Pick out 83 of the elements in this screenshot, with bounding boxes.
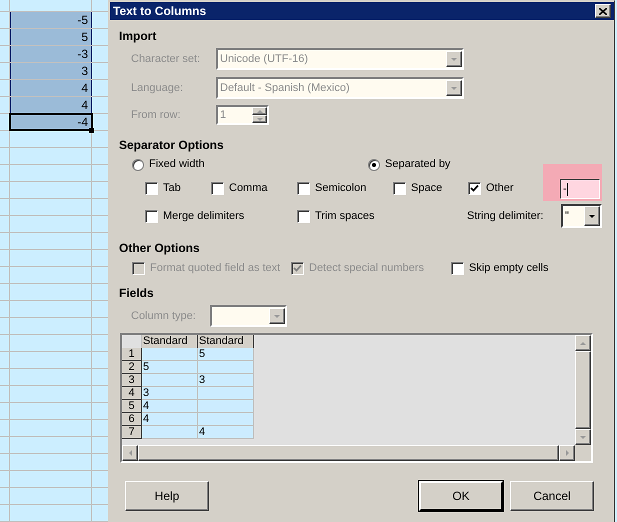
checkbox[interactable] <box>145 182 158 194</box>
spreadsheet-cell[interactable]: -4 <box>10 114 92 130</box>
arrow-down-icon <box>451 58 457 60</box>
column-header[interactable]: Standard <box>142 335 198 348</box>
separator-input[interactable]: - <box>560 179 600 199</box>
table-cell <box>198 400 254 413</box>
arrow-left-icon <box>128 450 132 456</box>
dialog-button[interactable]: Cancel <box>510 481 594 511</box>
radio-button[interactable] <box>132 158 144 170</box>
horizontal-scrollbar[interactable] <box>122 445 575 461</box>
checkbox-label: Trim spaces <box>315 208 374 224</box>
vertical-scrollbar[interactable] <box>575 335 591 445</box>
table-cell <box>142 374 198 387</box>
section-heading: Separator Options <box>119 138 225 153</box>
radio-label: Separated by <box>385 157 450 172</box>
checkbox-label: Other <box>486 180 514 196</box>
field-label: Character set: <box>131 52 202 67</box>
table-cell: 3 <box>142 387 198 400</box>
spreadsheet-cell[interactable]: 3 <box>10 63 92 79</box>
radio-button[interactable] <box>368 158 380 170</box>
checkbox[interactable] <box>297 182 310 194</box>
field-label: Column type: <box>131 308 197 324</box>
arrow-down-icon <box>451 86 457 90</box>
section-heading: Fields <box>119 286 155 301</box>
spreadsheet-cell[interactable]: 5 <box>10 29 92 45</box>
table-cell <box>198 387 254 400</box>
row-header: 5 <box>122 400 142 413</box>
checkbox[interactable] <box>451 262 464 274</box>
checkbox-label: Comma <box>229 180 268 196</box>
table-cell: 3 <box>198 374 254 387</box>
row-header: 1 <box>122 348 142 361</box>
arrow-up-icon <box>580 342 586 344</box>
close-button[interactable] <box>595 4 611 18</box>
section-heading: Other Options <box>119 241 201 256</box>
table-cell: 4 <box>142 413 198 426</box>
arrow-down-icon <box>256 118 262 120</box>
spreadsheet-cell[interactable]: -5 <box>10 12 92 28</box>
checkbox[interactable] <box>468 182 481 194</box>
checkbox-label: Merge delimiters <box>163 208 244 224</box>
table-cell: 5 <box>198 348 254 361</box>
arrow-down-icon <box>580 436 586 438</box>
row-header: 4 <box>122 387 142 400</box>
spreadsheet-cell[interactable]: -3 <box>10 46 92 62</box>
table-cell <box>142 348 198 361</box>
checkbox[interactable] <box>393 182 406 194</box>
field-label: String delimiter: <box>467 208 544 224</box>
row-header: 3 <box>122 374 142 387</box>
checkbox[interactable] <box>297 210 310 222</box>
checkbox-label: Detect special numbers <box>309 260 424 276</box>
column-header[interactable]: Standard <box>198 335 254 348</box>
section-heading: Import <box>119 29 158 44</box>
arrow-up-icon <box>256 110 262 112</box>
checkbox[interactable] <box>211 182 224 194</box>
checkbox-label: Format quoted field as text <box>150 260 280 276</box>
radio-label: Fixed width <box>149 157 205 172</box>
scrollbar-corner <box>575 445 591 461</box>
checkbox-label: Space <box>411 180 442 196</box>
close-icon <box>599 8 607 14</box>
arrow-down-icon <box>589 214 595 218</box>
checkbox-label: Tab <box>163 180 181 196</box>
table-cell <box>142 426 198 439</box>
spreadsheet-cell[interactable]: 4 <box>10 97 92 113</box>
arrow-right-icon <box>566 450 568 456</box>
checkbox[interactable] <box>145 210 158 222</box>
string-delimiter-dropdown[interactable]: " <box>561 204 602 228</box>
row-header: 2 <box>122 361 142 374</box>
table-cell <box>198 413 254 426</box>
table-cell: 4 <box>142 400 198 413</box>
checkbox-label: Skip empty cells <box>469 260 548 276</box>
dialog-button[interactable]: OK <box>419 481 503 511</box>
dialog-button[interactable]: Help <box>125 481 209 511</box>
row-header: 7 <box>122 426 142 439</box>
fill-handle[interactable] <box>89 128 94 133</box>
arrow-down-icon <box>274 314 280 318</box>
table-cell: 5 <box>142 361 198 374</box>
table-cell: 4 <box>198 426 254 439</box>
spreadsheet-cell[interactable]: 4 <box>10 80 92 96</box>
field-label: From row: <box>131 108 182 123</box>
row-header: 6 <box>122 413 142 426</box>
table-cell <box>198 361 254 374</box>
window-title: Text to Columns <box>113 3 206 20</box>
checkbox-label: Semicolon <box>315 180 366 196</box>
field-label: Language: <box>131 80 184 96</box>
